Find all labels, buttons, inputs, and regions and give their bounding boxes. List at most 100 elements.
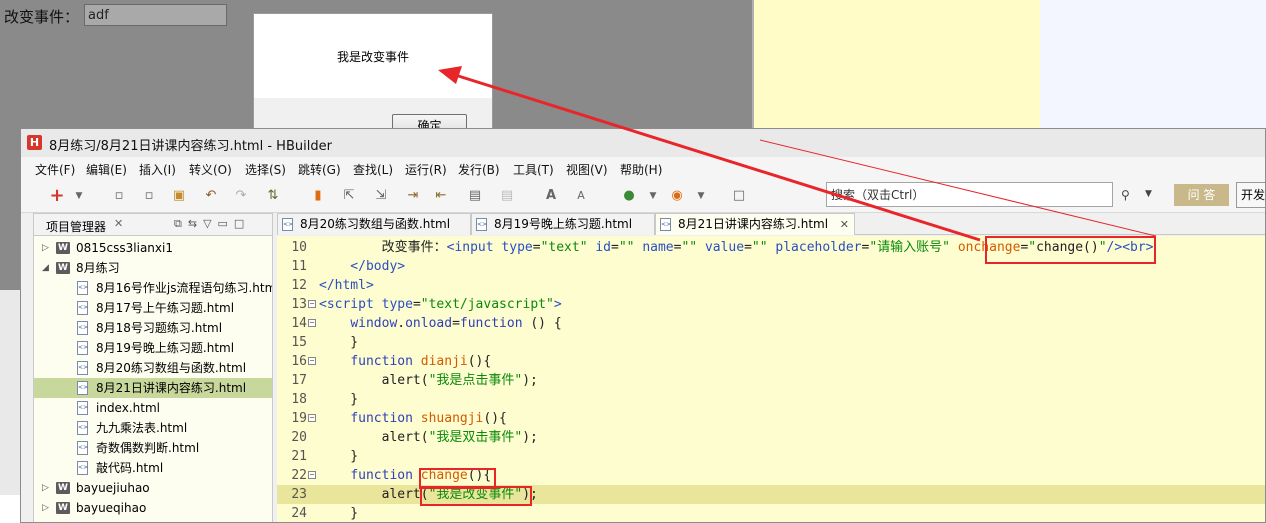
tree-item[interactable]: <> 8月19号晚上练习题.html [34,338,272,358]
menu-escape[interactable]: 转义(O) [189,161,232,178]
tab-file-0820[interactable]: <> 8月20练习数组与函数.html [277,213,471,235]
browser-dropdown-icon[interactable]: ▼ [693,188,709,204]
fold-toggle-icon[interactable]: − [308,319,316,327]
ask-button[interactable]: 问 答 [1174,184,1229,206]
save-all-icon[interactable]: ▫ [141,188,157,204]
search-input[interactable] [826,182,1113,207]
expand-arrow-icon[interactable]: ▷ [42,498,49,518]
html-file-icon: <> [77,361,88,375]
fold-toggle-icon[interactable]: − [308,357,316,365]
tree-item[interactable]: <> 奇数偶数判断.html [34,438,272,458]
code-line[interactable]: 16− function dianji(){ [277,352,1265,371]
code-token: "text/javascript" [420,297,554,312]
menu-tools[interactable]: 工具(T) [513,161,554,178]
code-line[interactable]: 12 </html> [277,276,1265,295]
next-bookmark-icon[interactable]: ⇲ [373,188,389,204]
redo-icon[interactable]: ↷ [233,188,249,204]
revert-icon[interactable]: ▣ [171,188,187,204]
menu-run[interactable]: 运行(R) [405,161,447,178]
close-icon[interactable]: ✕ [114,217,123,230]
change-event-input[interactable] [84,4,227,26]
menu-select[interactable]: 选择(S) [245,161,286,178]
code-token: function [350,411,413,426]
tree-item[interactable]: ◢ W 8月练习 [34,258,272,278]
tree-item[interactable]: <> index.html [34,398,272,418]
search-icon[interactable]: ⚲ [1121,188,1130,202]
expand-arrow-icon[interactable]: ▷ [42,478,49,498]
code-token: } [319,392,359,407]
line-number: 22 [291,468,307,483]
tree-item[interactable]: <> 8月17号上午练习题.html [34,298,272,318]
tree-item[interactable]: <> 敲代码.html [34,458,272,478]
indent-icon[interactable]: ⇥ [405,188,421,204]
line-number: 10 [291,240,307,255]
bookmark-icon[interactable]: ▮ [310,188,326,204]
code-token: id [595,240,612,255]
code-text: } [319,390,358,409]
collapse-arrow-icon[interactable]: ◢ [42,258,49,278]
format-icon[interactable]: ⇅ [265,188,281,204]
background-panel-strip [1040,0,1266,128]
code-line[interactable]: 19− function shuangji(){ [277,409,1265,428]
menu-file[interactable]: 文件(F) [35,161,75,178]
uncomment-icon[interactable]: ▤ [499,188,515,204]
prev-bookmark-icon[interactable]: ⇱ [341,188,357,204]
comment-icon[interactable]: ▤ [467,188,483,204]
new-icon[interactable]: + [49,187,65,205]
tree-item[interactable]: <> 8月18号习题练习.html [34,318,272,338]
undo-icon[interactable]: ↶ [203,188,219,204]
font-increase-icon[interactable]: A [543,188,559,204]
fold-toggle-icon[interactable]: − [308,414,316,422]
menu-view[interactable]: 视图(V) [566,161,608,178]
fold-toggle-icon[interactable]: − [308,300,316,308]
fold-toggle-icon[interactable]: − [308,471,316,479]
code-line[interactable]: 21 } [277,447,1265,466]
help-icon[interactable]: □ [731,188,747,204]
font-decrease-icon[interactable]: A [573,188,589,204]
close-icon[interactable]: ✕ [840,214,849,235]
tab-file-0819[interactable]: <> 8月19号晚上练习题.html [471,213,655,235]
search-dropdown-icon[interactable]: ▼ [1145,189,1152,199]
tree-item[interactable]: <> 九九乘法表.html [34,418,272,438]
html-file-icon: <> [660,218,671,231]
code-line[interactable]: 15 } [277,333,1265,352]
explorer-view-icons[interactable]: ⧉⇆▽▭□ [174,217,250,231]
code-line[interactable]: 24 } [277,504,1265,522]
code-line[interactable]: 14− window.onload=function () { [277,314,1265,333]
tree-item[interactable]: ▷ W 0815css3lianxi1 [34,238,272,258]
code-line[interactable]: 17 alert("我是点击事件"); [277,371,1265,390]
run-dropdown-icon[interactable]: ▼ [645,188,661,204]
code-line[interactable]: 18 } [277,390,1265,409]
menu-find[interactable]: 查找(L) [353,161,393,178]
code-token: "" [618,240,635,255]
tree-item[interactable]: <> 8月16号作业js流程语句练习.html [34,278,272,298]
code-line[interactable]: 20 alert("我是双击事件"); [277,428,1265,447]
save-icon[interactable]: ▫ [111,188,127,204]
explorer-tab[interactable]: 项目管理器 ✕ ⧉⇆▽▭□ [34,214,272,236]
code-token: <input [446,240,502,255]
dev-button[interactable]: 开发 [1236,182,1265,208]
menu-publish[interactable]: 发行(B) [458,161,500,178]
menu-insert[interactable]: 插入(I) [139,161,176,178]
line-number: 24 [291,506,307,521]
new-dropdown-icon[interactable]: ▼ [71,188,87,204]
tree-item[interactable]: ▷ Wbayuejiuhao [34,478,272,498]
expand-arrow-icon[interactable]: ▷ [42,238,49,258]
tab-file-0821[interactable]: <> 8月21日讲课内容练习.html ✕ [655,213,855,235]
menu-help[interactable]: 帮助(H) [620,161,662,178]
line-number: 12 [291,278,307,293]
tree-item[interactable]: <> 8月20练习数组与函数.html [34,358,272,378]
run-icon[interactable]: ● [621,188,637,204]
code-token: alert( [319,487,429,502]
project-icon: W [56,502,70,514]
project-tree: ▷ W 0815css3lianxi1 ◢ W 8月练习 <> 8月16号作业js流程语句… [34,238,272,518]
tree-item[interactable]: ▷ Wbayueqihao [34,498,272,518]
outdent-icon[interactable]: ⇤ [433,188,449,204]
menu-edit[interactable]: 编辑(E) [86,161,127,178]
tree-item-selected[interactable]: <> 8月21日讲课内容练习.html [34,378,272,398]
code-token: = [532,240,541,255]
browser-icon[interactable]: ◉ [669,188,685,204]
code-line[interactable]: 13− <script type="text/javascript"> [277,295,1265,314]
menu-goto[interactable]: 跳转(G) [298,161,341,178]
window-title: 8月练习/8月21日讲课内容练习.html - HBuilder [49,139,332,154]
